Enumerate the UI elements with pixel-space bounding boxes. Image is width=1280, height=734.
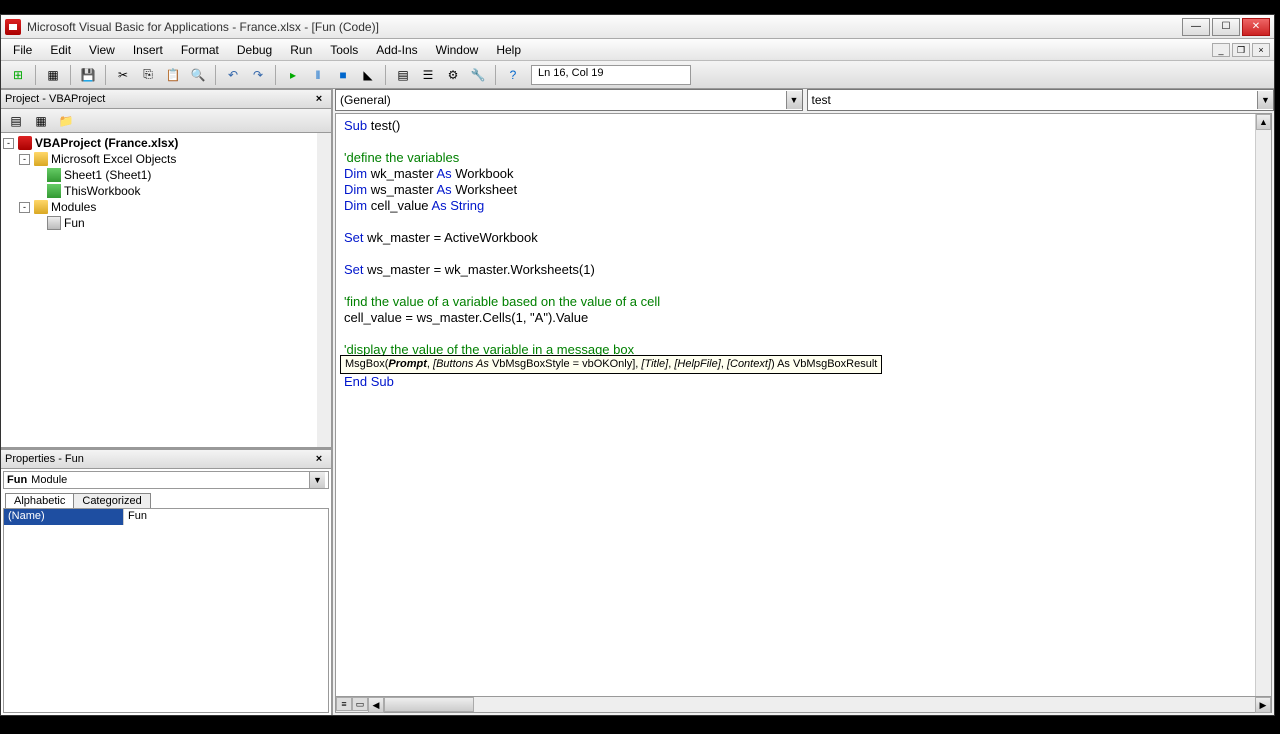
redo-button[interactable]: ↷ (247, 64, 269, 86)
find-button[interactable]: 🔍 (187, 64, 209, 86)
folder-icon (34, 152, 48, 166)
menu-debug[interactable]: Debug (229, 41, 280, 59)
module-icon (47, 216, 61, 230)
cursor-position: Ln 16, Col 19 (531, 65, 691, 85)
project-explorer-close-icon[interactable]: × (311, 91, 327, 107)
insert-module-button[interactable]: ▦ (42, 64, 64, 86)
close-button[interactable]: ✕ (1242, 18, 1270, 36)
tree-modules[interactable]: Modules (51, 200, 96, 214)
horizontal-scrollbar[interactable]: ≡ ▭ ◀ ▶ (335, 697, 1272, 713)
paste-button[interactable]: 📋 (162, 64, 184, 86)
combo-object-value: (General) (340, 93, 391, 107)
expand-icon[interactable]: - (19, 154, 30, 165)
tree-fun-module[interactable]: Fun (64, 216, 85, 230)
run-button[interactable]: ▸ (282, 64, 304, 86)
project-toolbar: ▤ ▦ 📁 (1, 109, 331, 133)
menu-addins[interactable]: Add-Ins (368, 41, 425, 59)
window-title: Microsoft Visual Basic for Applications … (27, 20, 1182, 34)
minimize-button[interactable]: — (1182, 18, 1210, 36)
properties-close-icon[interactable]: × (311, 451, 327, 467)
menu-format[interactable]: Format (173, 41, 227, 59)
menu-run[interactable]: Run (282, 41, 320, 59)
menu-file[interactable]: File (5, 41, 40, 59)
menu-view[interactable]: View (81, 41, 123, 59)
titlebar: Microsoft Visual Basic for Applications … (1, 15, 1274, 39)
object-name: Fun (7, 474, 27, 486)
project-explorer-title: Project - VBAProject × (1, 89, 331, 109)
dropdown-arrow-icon[interactable]: ▼ (309, 472, 325, 488)
scroll-thumb[interactable] (384, 697, 474, 712)
tab-alphabetic[interactable]: Alphabetic (5, 493, 74, 508)
properties-title: Properties - Fun × (1, 449, 331, 469)
undo-button[interactable]: ↶ (222, 64, 244, 86)
properties-object-selector[interactable]: Fun Module ▼ (3, 471, 329, 489)
code-editor[interactable]: Sub test() 'define the variables Dim wk_… (336, 114, 1255, 696)
view-object-button[interactable]: ▦ (30, 110, 52, 132)
combo-proc-value: test (812, 93, 831, 107)
property-row: (Name) Fun (4, 509, 328, 525)
scroll-up-icon[interactable]: ▲ (1256, 114, 1271, 130)
mdi-close-button[interactable]: × (1252, 43, 1270, 57)
property-name: (Name) (4, 509, 124, 525)
project-tree[interactable]: - VBAProject (France.xlsx) - Microsoft E… (1, 133, 331, 447)
expand-icon[interactable]: - (3, 138, 14, 149)
break-button[interactable]: ‖ (307, 64, 329, 86)
menu-help[interactable]: Help (488, 41, 529, 59)
properties-button[interactable]: ☰ (417, 64, 439, 86)
tree-sheet1[interactable]: Sheet1 (Sheet1) (64, 168, 151, 182)
property-value[interactable]: Fun (124, 509, 328, 525)
copy-button[interactable]: ⎘ (137, 64, 159, 86)
menubar: File Edit View Insert Format Debug Run T… (1, 39, 1274, 61)
menu-tools[interactable]: Tools (322, 41, 366, 59)
scroll-left-icon[interactable]: ◀ (368, 697, 384, 713)
mdi-restore-button[interactable]: ❐ (1232, 43, 1250, 57)
reset-button[interactable]: ■ (332, 64, 354, 86)
tree-thisworkbook[interactable]: ThisWorkbook (64, 184, 140, 198)
object-browser-button[interactable]: ⚙ (442, 64, 464, 86)
properties-label: Properties - Fun (5, 453, 84, 465)
cut-button[interactable]: ✂ (112, 64, 134, 86)
toolbar: ⊞ ▦ 💾 ✂ ⎘ 📋 🔍 ↶ ↷ ▸ ‖ ■ ◣ ▤ ☰ ⚙ 🔧 ? Ln 1… (1, 61, 1274, 89)
project-explorer-label: Project - VBAProject (5, 93, 105, 105)
object-combo[interactable]: (General) ▼ (335, 89, 803, 111)
design-mode-button[interactable]: ◣ (357, 64, 379, 86)
vertical-scrollbar[interactable]: ▲ (1255, 114, 1271, 696)
toolbox-button[interactable]: 🔧 (467, 64, 489, 86)
view-excel-button[interactable]: ⊞ (7, 64, 29, 86)
dropdown-arrow-icon[interactable]: ▼ (1257, 91, 1273, 109)
project-explorer-button[interactable]: ▤ (392, 64, 414, 86)
tree-project-root[interactable]: VBAProject (France.xlsx) (35, 136, 178, 150)
toggle-folders-button[interactable]: 📁 (55, 110, 77, 132)
vba-app-icon (5, 19, 21, 35)
full-module-view-button[interactable]: ▭ (352, 697, 368, 711)
maximize-button[interactable]: ☐ (1212, 18, 1240, 36)
tab-categorized[interactable]: Categorized (73, 493, 150, 508)
properties-grid[interactable]: (Name) Fun (3, 508, 329, 713)
mdi-minimize-button[interactable]: _ (1212, 43, 1230, 57)
project-icon (18, 136, 32, 150)
tree-excel-objects[interactable]: Microsoft Excel Objects (51, 152, 176, 166)
view-code-button[interactable]: ▤ (5, 110, 27, 132)
object-type: Module (31, 474, 67, 486)
sheet-icon (47, 168, 61, 182)
scroll-right-icon[interactable]: ▶ (1255, 697, 1271, 713)
expand-icon[interactable]: - (19, 202, 30, 213)
procedure-view-button[interactable]: ≡ (336, 697, 352, 711)
procedure-combo[interactable]: test ▼ (807, 89, 1275, 111)
dropdown-arrow-icon[interactable]: ▼ (786, 91, 802, 109)
workbook-icon (47, 184, 61, 198)
save-button[interactable]: 💾 (77, 64, 99, 86)
folder-icon (34, 200, 48, 214)
menu-insert[interactable]: Insert (125, 41, 171, 59)
help-button[interactable]: ? (502, 64, 524, 86)
intellisense-tooltip: MsgBox(Prompt, [Buttons As VbMsgBoxStyle… (340, 355, 882, 374)
menu-edit[interactable]: Edit (42, 41, 79, 59)
menu-window[interactable]: Window (428, 41, 487, 59)
